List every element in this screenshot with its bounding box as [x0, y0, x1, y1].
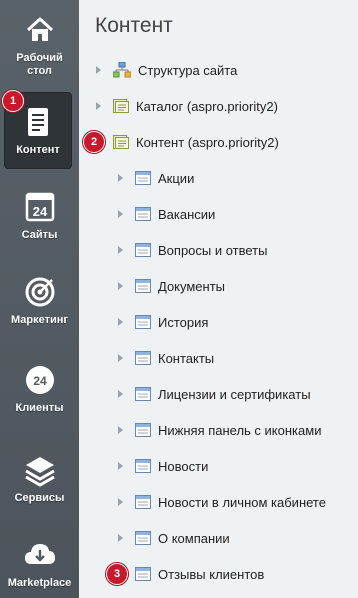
tree-item-cabinet-news[interactable]: Новости в личном кабинете [118, 492, 326, 512]
svg-text:24: 24 [32, 204, 47, 219]
tree-item-vacancies[interactable]: Вакансии [118, 204, 215, 224]
tree-item-label: История [158, 314, 209, 330]
tree-item-label: Каталог (aspro.priority2) [136, 98, 278, 114]
sidebar-item-label: Рабочий стол [16, 52, 63, 77]
expand-arrow-icon[interactable] [118, 426, 123, 434]
sidebar-item-label: Marketplace [7, 577, 72, 589]
tree-item-licenses[interactable]: Лицензии и сертификаты [118, 384, 311, 404]
infoblock-icon [135, 279, 151, 293]
expand-arrow-icon[interactable] [118, 498, 123, 506]
infoblock-type-icon [113, 99, 129, 113]
expand-arrow-icon[interactable] [118, 174, 123, 182]
sidebar-item-marketing[interactable]: Маркетинг [0, 274, 79, 327]
tree-item-contacts[interactable]: Контакты [118, 348, 214, 368]
tree-item-label: Структура сайта [138, 62, 238, 78]
site-structure-icon [113, 62, 131, 78]
sidebar-item-sites[interactable]: 24 Сайты [0, 189, 79, 242]
tree-item-label: Контент (aspro.priority2) [136, 134, 279, 150]
sidebar-item-label: Сервисы [14, 492, 65, 504]
calendar-24-icon: 24 [25, 192, 54, 222]
infoblock-icon [135, 315, 151, 329]
expand-arrow-icon[interactable] [118, 246, 123, 254]
tree-item-label: Новости [158, 458, 209, 474]
tree-item-history[interactable]: История [118, 312, 208, 332]
sidebar-item-label: Контент [16, 144, 60, 156]
infoblock-icon [135, 423, 151, 437]
tree-item-promos[interactable]: Акции [118, 168, 194, 188]
tree-item-label: Новости в личном кабинете [158, 494, 326, 510]
svg-text:24: 24 [33, 374, 47, 388]
step-badge-3: 3 [106, 563, 128, 585]
expand-arrow-icon[interactable] [118, 318, 123, 326]
sidebar-item-clients[interactable]: 24 Клиенты [0, 362, 79, 415]
tree-item-bottom-panel[interactable]: Нижняя панель с иконками [118, 420, 321, 440]
infoblock-icon [135, 207, 151, 221]
tree-item-label: Вакансии [158, 206, 216, 222]
layers-icon [24, 457, 55, 487]
tree-item-label: Нижняя панель с иконками [158, 422, 322, 438]
cloud-download-icon [24, 544, 55, 564]
infoblock-icon [135, 495, 151, 509]
tree-item-site-structure[interactable]: Структура сайта [96, 60, 237, 80]
infoblock-icon [135, 459, 151, 473]
content-panel: Контент Структура сайта Каталог (aspro.p… [79, 0, 358, 598]
tree-item-content-type[interactable]: Контент (aspro.priority2) [96, 132, 279, 152]
tree-item-label: Документы [158, 278, 226, 294]
tree-item-reviews[interactable]: Отзывы клиентов [118, 564, 264, 584]
step-badge-1: 1 [2, 90, 24, 112]
tree-item-label: Лицензии и сертификаты [158, 386, 311, 402]
step-badge-2: 2 [83, 131, 105, 153]
tree-item-label: Контакты [158, 350, 215, 366]
expand-arrow-icon[interactable] [118, 534, 123, 542]
page-title: Контент [95, 14, 173, 37]
home-icon [26, 17, 53, 41]
infoblock-icon [135, 387, 151, 401]
sidebar-item-label: Сайты [21, 229, 58, 241]
infoblock-icon [135, 567, 151, 581]
infoblock-icon [135, 351, 151, 365]
infoblock-type-icon [113, 135, 129, 149]
sidebar-item-label: Маркетинг [11, 314, 68, 326]
target-icon [25, 277, 54, 307]
document-icon [28, 108, 48, 136]
infoblock-icon [135, 171, 151, 185]
tree-item-about[interactable]: О компании [118, 528, 230, 548]
tree-item-label: Отзывы клиентов [158, 566, 265, 582]
clients-24-icon: 24 [25, 366, 54, 394]
expand-arrow-icon[interactable] [96, 66, 101, 74]
expand-arrow-icon[interactable] [118, 354, 123, 362]
tree-item-label: О компании [158, 530, 230, 546]
tree-item-label: Вопросы и ответы [158, 242, 268, 258]
expand-arrow-icon[interactable] [118, 390, 123, 398]
expand-arrow-icon[interactable] [118, 282, 123, 290]
tree-item-faq[interactable]: Вопросы и ответы [118, 240, 267, 260]
expand-arrow-icon[interactable] [118, 210, 123, 218]
infoblock-icon [135, 531, 151, 545]
sidebar-item-services[interactable]: Сервисы [0, 452, 79, 505]
tree-item-catalog[interactable]: Каталог (aspro.priority2) [96, 96, 278, 116]
sidebar-item-label: Клиенты [15, 402, 64, 414]
sidebar-item-marketplace[interactable]: Marketplace [0, 537, 79, 590]
tree-item-label: Акции [158, 170, 195, 186]
sidebar-item-desktop[interactable]: Рабочий стол [0, 12, 79, 78]
tree-item-news[interactable]: Новости [118, 456, 208, 476]
expand-arrow-icon[interactable] [118, 462, 123, 470]
tree-item-documents[interactable]: Документы [118, 276, 225, 296]
expand-arrow-icon[interactable] [96, 102, 101, 110]
infoblock-icon [135, 243, 151, 257]
